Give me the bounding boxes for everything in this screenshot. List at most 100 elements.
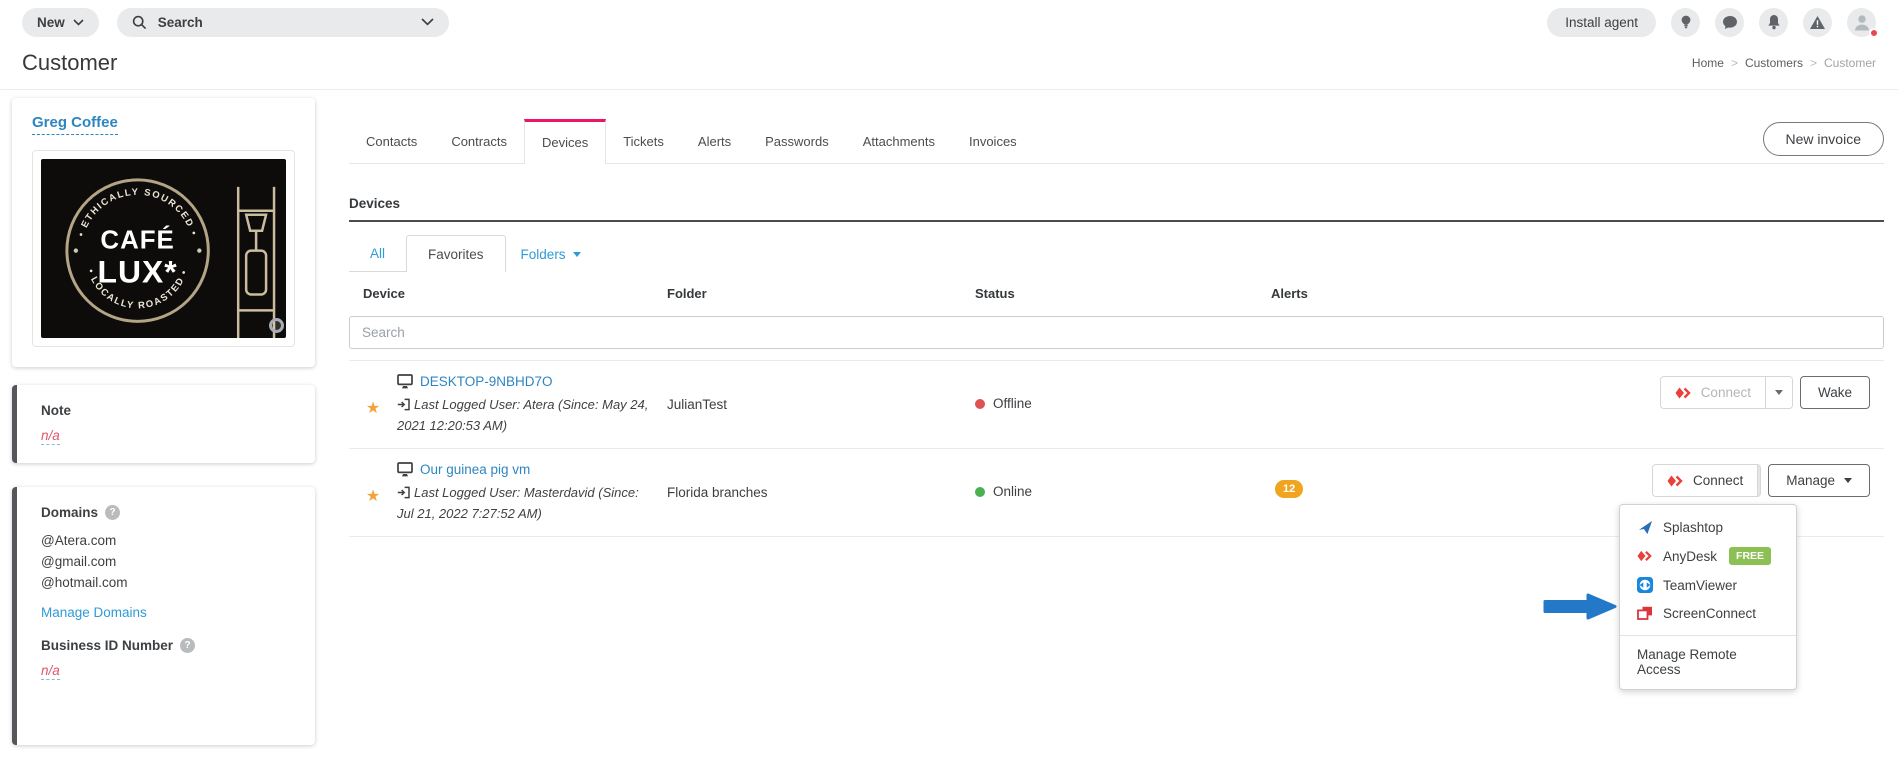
- status-text: Online: [993, 484, 1033, 499]
- search-icon: [132, 15, 146, 29]
- breadcrumb-home[interactable]: Home: [1692, 56, 1724, 70]
- search-scope-chevron-icon[interactable]: [421, 18, 434, 26]
- alerts-cell: 12: [1271, 462, 1652, 498]
- customer-sidebar: Greg Coffee • ETHICALLY SOURCED • • LOCA…: [12, 98, 315, 769]
- breadcrumb: Home > Customers > Customer: [1692, 56, 1876, 70]
- new-invoice-button[interactable]: New invoice: [1762, 121, 1884, 156]
- favorite-star-icon[interactable]: ★: [366, 488, 380, 505]
- new-button[interactable]: New: [22, 7, 99, 37]
- menu-item-screenconnect[interactable]: ScreenConnect: [1620, 599, 1796, 627]
- connect-dropdown-menu: Splashtop AnyDesk FREE TeamViewer Screen…: [1619, 504, 1797, 690]
- menu-item-teamviewer[interactable]: TeamViewer: [1620, 571, 1796, 599]
- manage-domains-link[interactable]: Manage Domains: [41, 605, 147, 620]
- status-dot-online: [975, 486, 985, 497]
- status-cell: Online: [975, 462, 1271, 499]
- connect-options-caret-button[interactable]: [1764, 377, 1792, 408]
- subtab-favorites[interactable]: Favorites: [406, 235, 506, 272]
- status-text: Offline: [993, 396, 1032, 411]
- menu-item-label: AnyDesk: [1663, 548, 1718, 564]
- column-header-status: Status: [975, 286, 1015, 301]
- menu-item-label: ScreenConnect: [1663, 605, 1757, 621]
- alerts-badge[interactable]: 12: [1275, 480, 1304, 498]
- device-cell: DESKTOP-9NBHD7O Last Logged User: Atera …: [397, 374, 667, 436]
- tab-alerts[interactable]: Alerts: [681, 118, 748, 163]
- bell-icon: [1767, 15, 1780, 30]
- wake-button[interactable]: Wake: [1799, 376, 1870, 409]
- user-avatar[interactable]: [1847, 7, 1879, 38]
- connect-options-caret-button[interactable]: [1757, 465, 1761, 496]
- favorite-star-icon[interactable]: ★: [366, 400, 380, 417]
- business-id-value[interactable]: n/a: [41, 663, 60, 681]
- logo-name-line1: CAFÉ: [100, 226, 174, 255]
- global-search[interactable]: [116, 7, 449, 37]
- notifications-button[interactable]: [1759, 7, 1788, 37]
- connect-button[interactable]: Connect: [1653, 465, 1758, 496]
- main: Greg Coffee • ETHICALLY SOURCED • • LOCA…: [0, 90, 1898, 769]
- customer-logo-image: • ETHICALLY SOURCED • • LOCALLY ROASTED …: [41, 159, 286, 339]
- breadcrumb-separator: >: [1809, 56, 1817, 70]
- tab-passwords[interactable]: Passwords: [748, 118, 846, 163]
- connect-button[interactable]: Connect: [1660, 377, 1765, 408]
- menu-item-splashtop[interactable]: Splashtop: [1620, 513, 1796, 541]
- breadcrumb-customers[interactable]: Customers: [1745, 56, 1803, 70]
- customer-tabs: Contacts Contracts Devices Tickets Alert…: [349, 118, 1884, 164]
- device-search-input[interactable]: [349, 316, 1884, 349]
- menu-item-label: Splashtop: [1663, 519, 1724, 535]
- breadcrumb-separator: >: [1730, 56, 1738, 70]
- tab-contacts[interactable]: Contacts: [349, 118, 434, 163]
- sign-in-icon: [397, 486, 410, 499]
- device-name-link[interactable]: DESKTOP-9NBHD7O: [420, 374, 553, 389]
- tab-invoices[interactable]: Invoices: [952, 118, 1034, 163]
- menu-item-anydesk[interactable]: AnyDesk FREE: [1620, 541, 1796, 571]
- subtab-folders[interactable]: Folders: [506, 235, 596, 272]
- chat-bubble-icon: [1722, 16, 1737, 29]
- tab-devices[interactable]: Devices: [523, 119, 607, 164]
- domains-help-icon[interactable]: ?: [105, 505, 121, 521]
- remote-connect-icon: [1667, 475, 1683, 486]
- row-actions: Connect Manage Splashtop AnyDesk FREE Te…: [1543, 462, 1884, 690]
- tab-tickets[interactable]: Tickets: [606, 118, 681, 163]
- folder-cell: Florida branches: [667, 485, 768, 500]
- devices-table-header: Device Folder Status Alerts: [349, 272, 1884, 316]
- status-dot-offline: [975, 398, 985, 409]
- domains-card: Domains ? @Atera.com @gmail.com @hotmail…: [12, 487, 315, 746]
- customer-logo-frame[interactable]: • ETHICALLY SOURCED • • LOCALLY ROASTED …: [32, 150, 295, 348]
- subtab-all[interactable]: All: [349, 235, 407, 272]
- alerts-cell: [1271, 374, 1652, 392]
- manage-button[interactable]: Manage: [1768, 464, 1870, 497]
- domain-item: @Atera.com: [41, 533, 117, 549]
- breadcrumb-current: Customer: [1823, 56, 1876, 70]
- table-row: ★ DESKTOP-9NBHD7O Last Logged User: Ater…: [349, 360, 1884, 448]
- install-agent-label: Install agent: [1565, 14, 1638, 30]
- device-name-line[interactable]: DESKTOP-9NBHD7O: [397, 374, 667, 389]
- devices-section-title: Devices: [349, 196, 1884, 222]
- note-value[interactable]: n/a: [41, 428, 60, 446]
- page-title: Customer: [22, 50, 118, 75]
- note-card: Note n/a: [12, 385, 315, 464]
- system-alerts-button[interactable]: [1803, 7, 1832, 37]
- avatar-status-dot: [1869, 27, 1879, 38]
- business-id-help-icon[interactable]: ?: [180, 638, 196, 654]
- chat-button[interactable]: [1715, 7, 1744, 37]
- customer-content: Contacts Contracts Devices Tickets Alert…: [349, 98, 1884, 690]
- last-logged-text: Last Logged User: Atera (Since: May 24, …: [397, 397, 649, 433]
- install-agent-button[interactable]: Install agent: [1547, 7, 1656, 37]
- logo-name-line2: LUX*: [98, 253, 178, 289]
- table-row: ★ Our guinea pig vm Last Logged User: Ma…: [349, 448, 1884, 690]
- manage-remote-access-item[interactable]: Manage Remote Access: [1620, 635, 1796, 689]
- customer-profile-card: Greg Coffee • ETHICALLY SOURCED • • LOCA…: [12, 98, 315, 368]
- column-header-alerts: Alerts: [1271, 286, 1308, 301]
- global-search-input[interactable]: [155, 13, 412, 31]
- device-name-link[interactable]: Our guinea pig vm: [420, 462, 530, 477]
- device-name-line[interactable]: Our guinea pig vm: [397, 462, 667, 477]
- chevron-down-icon: [1844, 478, 1852, 483]
- connect-button-group: Connect: [1659, 376, 1793, 409]
- remote-connect-icon: [1675, 387, 1691, 398]
- tab-contracts[interactable]: Contracts: [434, 118, 524, 163]
- customer-name-link[interactable]: Greg Coffee: [32, 114, 118, 135]
- whats-new-button[interactable]: [1671, 7, 1700, 37]
- tab-attachments[interactable]: Attachments: [846, 118, 952, 163]
- chevron-down-icon: [572, 251, 581, 257]
- devices-subtabs: All Favorites Folders: [349, 235, 1884, 272]
- devices-panel: Devices All Favorites Folders Device Fol…: [349, 196, 1884, 690]
